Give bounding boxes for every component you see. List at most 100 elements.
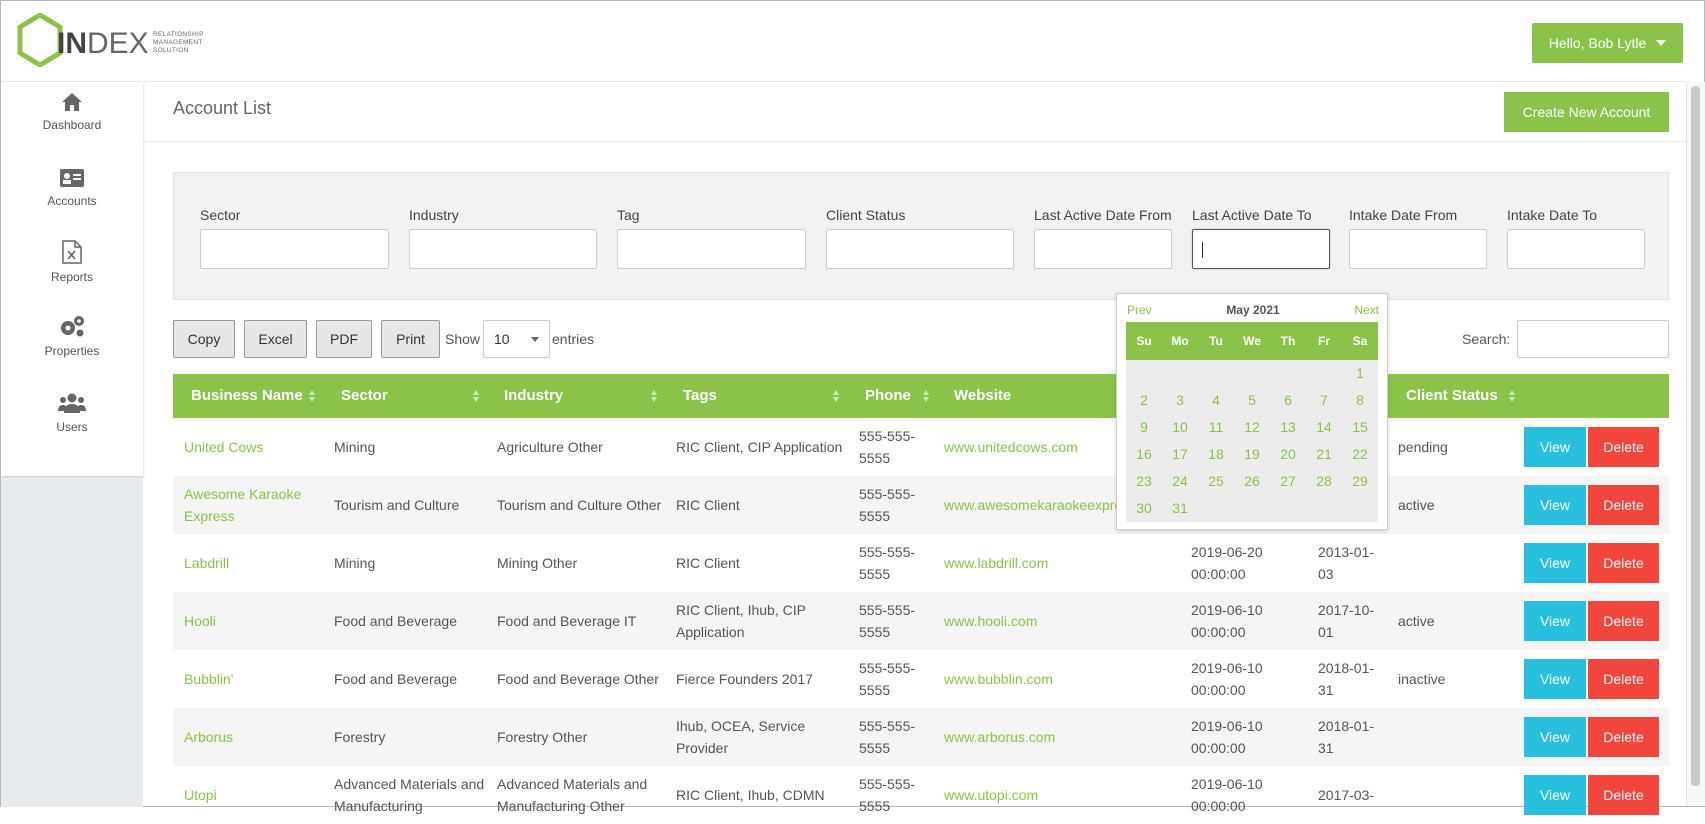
calendar-day[interactable]: 17 (1162, 441, 1198, 468)
excel-button[interactable]: Excel (244, 320, 307, 358)
filter-label: Intake Date To (1507, 207, 1598, 223)
calendar-day[interactable]: 4 (1198, 387, 1234, 414)
view-button[interactable]: View (1524, 485, 1586, 525)
column-client-status[interactable]: Client Status (1406, 374, 1498, 418)
business-name-link[interactable]: Bubblin' (184, 650, 319, 708)
website-link[interactable]: www.arborus.com (944, 708, 1194, 766)
next-month-link[interactable]: Next (1354, 303, 1379, 317)
column-sector[interactable]: Sector (341, 374, 388, 418)
delete-button[interactable]: Delete (1588, 485, 1659, 525)
calendar-day[interactable]: 7 (1306, 387, 1342, 414)
tag-input[interactable] (617, 229, 806, 269)
calendar-day[interactable]: 12 (1234, 414, 1270, 441)
calendar-day[interactable]: 6 (1270, 387, 1306, 414)
calendar-day[interactable]: 5 (1234, 387, 1270, 414)
business-name-link[interactable]: United Cows (184, 418, 319, 476)
business-name-link[interactable]: Awesome Karaoke Express (184, 476, 319, 534)
table-header: Business Name Sector Industry Tags Phone… (173, 374, 1669, 418)
view-button[interactable]: View (1524, 717, 1586, 757)
vertical-scrollbar[interactable] (1686, 82, 1705, 806)
calendar-day[interactable]: 29 (1342, 468, 1378, 495)
intake-date-from-input[interactable] (1349, 229, 1487, 269)
view-button[interactable]: View (1524, 427, 1586, 467)
website-link[interactable]: www.utopi.com (944, 766, 1194, 824)
delete-button[interactable]: Delete (1588, 543, 1659, 583)
column-industry[interactable]: Industry (504, 374, 563, 418)
delete-button[interactable]: Delete (1588, 717, 1659, 757)
sidebar-item-dashboard[interactable]: Dashboard (1, 92, 143, 164)
calendar-day[interactable]: 14 (1306, 414, 1342, 441)
sort-icon[interactable] (833, 374, 841, 418)
sort-icon[interactable] (309, 374, 317, 418)
view-button[interactable]: View (1524, 543, 1586, 583)
calendar-day[interactable]: 23 (1126, 468, 1162, 495)
column-website[interactable]: Website (954, 374, 1011, 418)
entries-select[interactable]: 10 (483, 320, 550, 358)
calendar-day[interactable]: 18 (1198, 441, 1234, 468)
delete-button[interactable]: Delete (1588, 601, 1659, 641)
sort-icon[interactable] (1509, 374, 1517, 418)
intake-date-to-input[interactable] (1507, 229, 1645, 269)
calendar-day[interactable]: 26 (1234, 468, 1270, 495)
sort-icon[interactable] (923, 374, 931, 418)
business-name-link[interactable]: Labdrill (184, 534, 319, 592)
calendar-day[interactable]: 31 (1162, 495, 1198, 522)
delete-button[interactable]: Delete (1588, 427, 1659, 467)
calendar-day[interactable]: 11 (1198, 414, 1234, 441)
calendar-day[interactable]: 8 (1342, 387, 1378, 414)
search-input[interactable] (1517, 320, 1669, 358)
sidebar-item-users[interactable]: Users (1, 392, 143, 464)
last-active-to-input[interactable] (1192, 229, 1330, 269)
create-new-account-button[interactable]: Create New Account (1504, 92, 1669, 132)
industry-input[interactable] (409, 229, 597, 269)
delete-button[interactable]: Delete (1588, 659, 1659, 699)
calendar-day[interactable]: 13 (1270, 414, 1306, 441)
calendar-day[interactable]: 28 (1306, 468, 1342, 495)
calendar-day[interactable]: 1 (1342, 360, 1378, 387)
view-button[interactable]: View (1524, 775, 1586, 815)
website-link[interactable]: www.labdrill.com (944, 534, 1194, 592)
calendar-day[interactable]: 24 (1162, 468, 1198, 495)
calendar-day[interactable]: 15 (1342, 414, 1378, 441)
business-name-link[interactable]: Arborus (184, 708, 319, 766)
pdf-button[interactable]: PDF (316, 320, 372, 358)
calendar-day[interactable]: 9 (1126, 414, 1162, 441)
sidebar-item-properties[interactable]: Properties (1, 314, 143, 386)
sector-input[interactable] (200, 229, 389, 269)
sidebar-item-accounts[interactable]: Accounts (1, 168, 143, 240)
business-name-link[interactable]: Utopi (184, 766, 319, 824)
last-active-from-input[interactable] (1034, 229, 1172, 269)
calendar-day[interactable]: 30 (1126, 495, 1162, 522)
delete-button[interactable]: Delete (1588, 775, 1659, 815)
sidebar-item-reports[interactable]: Reports (1, 240, 143, 312)
view-button[interactable]: View (1524, 659, 1586, 699)
calendar-day[interactable]: 25 (1198, 468, 1234, 495)
calendar-day[interactable]: 2 (1126, 387, 1162, 414)
calendar-day[interactable]: 21 (1306, 441, 1342, 468)
print-button[interactable]: Print (381, 320, 440, 358)
column-tags[interactable]: Tags (683, 374, 717, 418)
filter-client-status: Client Status (826, 207, 1014, 269)
sort-icon[interactable] (651, 374, 659, 418)
scrollbar-thumb[interactable] (1691, 86, 1700, 786)
index-logo[interactable]: INDEX RELATIONSHIP MANAGEMENT SOLUTION (17, 13, 207, 73)
calendar-day[interactable]: 3 (1162, 387, 1198, 414)
website-link[interactable]: www.hooli.com (944, 592, 1194, 650)
client-status-input[interactable] (826, 229, 1014, 269)
calendar-day[interactable]: 19 (1234, 441, 1270, 468)
calendar-day[interactable]: 16 (1126, 441, 1162, 468)
business-name-link[interactable]: Hooli (184, 592, 319, 650)
calendar-day[interactable]: 27 (1270, 468, 1306, 495)
column-phone[interactable]: Phone (865, 374, 911, 418)
calendar-day[interactable]: 22 (1342, 441, 1378, 468)
calendar-day[interactable]: 10 (1162, 414, 1198, 441)
calendar-day[interactable]: 20 (1270, 441, 1306, 468)
website-link[interactable]: www.bubblin.com (944, 650, 1194, 708)
column-business-name[interactable]: Business Name (191, 374, 303, 418)
calendar-day (1306, 495, 1342, 522)
user-menu-button[interactable]: Hello, Bob Lytle (1532, 23, 1683, 63)
copy-button[interactable]: Copy (173, 320, 235, 358)
filter-panel: Sector Industry Tag Client Status Last A… (173, 172, 1669, 300)
sort-icon[interactable] (473, 374, 481, 418)
view-button[interactable]: View (1524, 601, 1586, 641)
